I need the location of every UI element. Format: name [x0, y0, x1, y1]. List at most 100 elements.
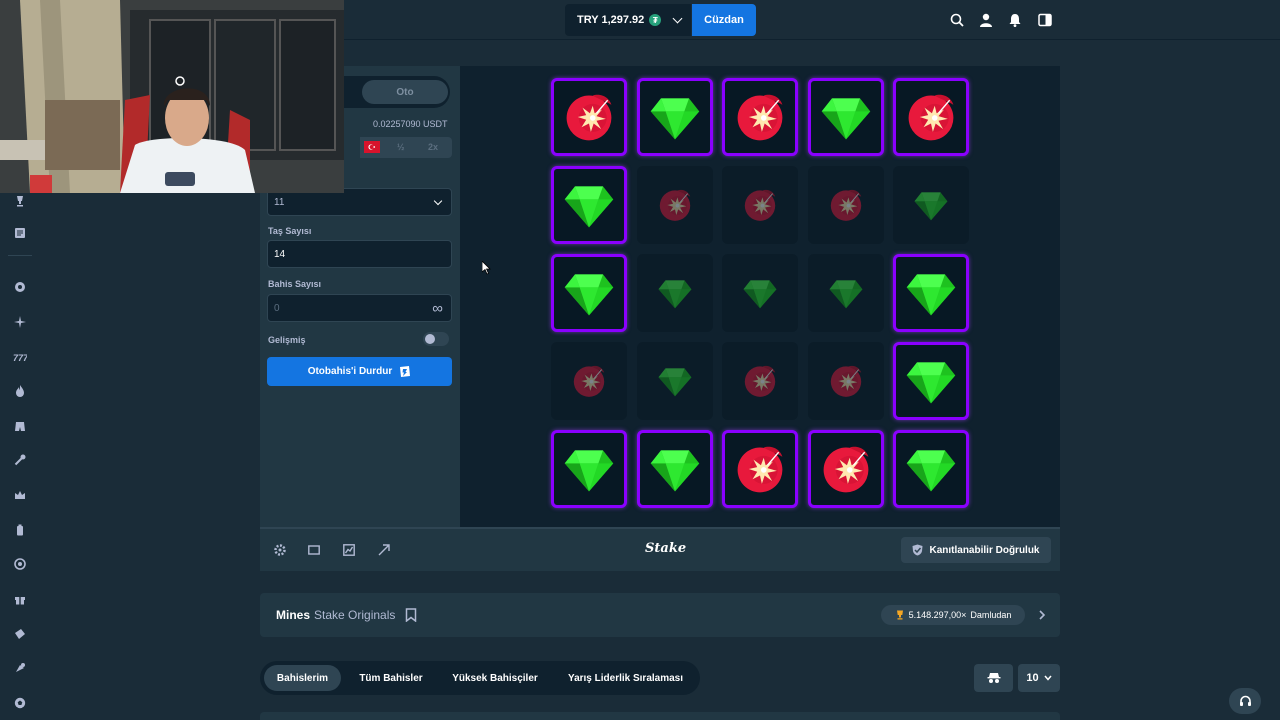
trophy-icon[interactable] [12, 193, 28, 209]
gem-icon [658, 280, 691, 309]
gem-tile[interactable] [636, 342, 713, 420]
gem-tile[interactable] [636, 78, 713, 156]
game-provider[interactable]: Stake Originals [314, 608, 395, 622]
mine-bomb-icon [744, 189, 776, 221]
gem-icon [743, 280, 777, 309]
mine-tile[interactable] [722, 342, 798, 420]
wallet-button[interactable]: Cüzdan [692, 4, 756, 36]
popout-icon[interactable] [378, 544, 390, 556]
tether-coin-icon: ₮ [649, 14, 662, 26]
mine-bomb-icon [744, 365, 776, 397]
gem-tile[interactable] [807, 254, 884, 332]
tennis-icon[interactable] [12, 660, 28, 676]
theatre-mode-icon[interactable] [308, 544, 320, 556]
mouse-cursor-icon [482, 261, 491, 275]
search-icon[interactable] [949, 12, 965, 28]
user-icon[interactable] [978, 12, 994, 28]
soccer-ball-icon[interactable] [12, 695, 28, 711]
live-dealer-icon[interactable] [12, 418, 28, 434]
target-icon[interactable] [12, 556, 28, 572]
shield-check-icon [912, 544, 923, 556]
page-size-value: 10 [1026, 672, 1039, 684]
half-bet-button[interactable]: ½ [397, 142, 405, 152]
fire-icon[interactable] [12, 383, 28, 399]
bet-amount-value: 0.02257090 USDT [373, 119, 448, 129]
gift-icon[interactable] [12, 591, 28, 607]
sparkle-icon[interactable] [12, 314, 28, 330]
mines-count-value: 11 [274, 196, 285, 208]
mine-tile[interactable] [893, 78, 969, 156]
tab-my-bets[interactable]: Bahislerim [264, 665, 341, 691]
chevron-down-icon [672, 13, 683, 24]
tab-high-rollers[interactable]: Yüksek Bahisçiler [441, 665, 549, 691]
live-support-button[interactable] [1229, 688, 1261, 714]
mine-tile[interactable] [807, 166, 884, 244]
gem-icon [564, 450, 614, 492]
mine-bomb-icon [566, 94, 612, 141]
news-icon[interactable] [12, 225, 28, 241]
gem-tile[interactable] [551, 430, 627, 508]
gem-tile[interactable] [893, 254, 969, 332]
gem-tile[interactable] [636, 430, 713, 508]
gems-count-field[interactable]: 14 [267, 240, 452, 268]
gem-tile[interactable] [893, 430, 969, 508]
sports-ticket-icon[interactable] [12, 626, 28, 642]
toggle-knob [425, 334, 435, 344]
mine-tile[interactable] [722, 78, 798, 156]
slots-777-icon[interactable]: 777 [12, 349, 28, 365]
gem-icon [564, 274, 614, 316]
gem-tile[interactable] [807, 78, 884, 156]
mine-bomb-icon [830, 365, 861, 397]
gem-tile[interactable] [551, 166, 627, 244]
double-bet-button[interactable]: 2x [428, 142, 438, 152]
max-win-badge: 5.148.297,00× Damludan [881, 605, 1025, 625]
gem-icon [650, 98, 699, 140]
bet-count-field[interactable]: 0 ∞ [267, 294, 452, 322]
bookmark-icon[interactable] [405, 608, 417, 622]
chevron-down-icon [433, 196, 443, 206]
balance-selector[interactable]: TRY 1,297.92 ₮ [565, 4, 691, 36]
mine-tile[interactable] [551, 78, 627, 156]
page-size-select[interactable]: 10 [1018, 664, 1060, 692]
mine-tile[interactable] [551, 342, 627, 420]
tab-race-leaderboard[interactable]: Yarış Liderlik Sıralaması [555, 665, 696, 691]
mine-tile[interactable] [636, 166, 713, 244]
bell-icon[interactable] [1007, 12, 1023, 28]
mine-tile[interactable] [807, 342, 884, 420]
mine-bomb-icon [659, 189, 690, 221]
battery-icon[interactable] [12, 522, 28, 538]
bet-count-label: Bahis Sayısı [268, 279, 322, 289]
infinity-icon[interactable]: ∞ [432, 300, 443, 317]
tab-all-bets[interactable]: Tüm Bahisler [347, 665, 435, 691]
sidebar-divider [8, 255, 32, 256]
live-stats-icon[interactable] [343, 544, 355, 556]
gem-tile[interactable] [893, 342, 969, 420]
incognito-icon [987, 673, 1000, 683]
webcam-overlay [0, 0, 344, 193]
provably-fair-label: Kanıtlanabilir Doğruluk [929, 544, 1040, 556]
trophy-icon [896, 610, 903, 620]
key-icon[interactable] [12, 452, 28, 468]
mine-tile[interactable] [722, 166, 798, 244]
settings-gear-icon[interactable] [274, 544, 286, 556]
bet-count-value: 0 [274, 302, 280, 314]
advanced-toggle[interactable] [423, 332, 449, 346]
hide-bets-button[interactable] [974, 664, 1013, 692]
gem-tile[interactable] [722, 254, 798, 332]
auto-mode-tab[interactable]: Oto [362, 80, 448, 104]
gem-icon [658, 368, 691, 397]
chevron-right-icon[interactable] [1038, 610, 1046, 620]
gem-tile[interactable] [636, 254, 713, 332]
sidebar-toggle-icon[interactable] [1037, 12, 1053, 28]
autobet-card-icon [400, 365, 411, 377]
balance-amount: TRY 1,297.92 [577, 14, 645, 26]
mine-tile[interactable] [722, 430, 798, 508]
gem-tile[interactable] [893, 166, 969, 244]
crown-icon[interactable] [12, 487, 28, 503]
mine-tile[interactable] [807, 430, 884, 508]
bets-table-top [260, 712, 1060, 720]
provably-fair-button[interactable]: Kanıtlanabilir Doğruluk [901, 537, 1051, 563]
casino-chip-icon[interactable] [12, 279, 28, 295]
stop-autobet-button[interactable]: Otobahis'i Durdur [267, 357, 452, 386]
gem-tile[interactable] [551, 254, 627, 332]
